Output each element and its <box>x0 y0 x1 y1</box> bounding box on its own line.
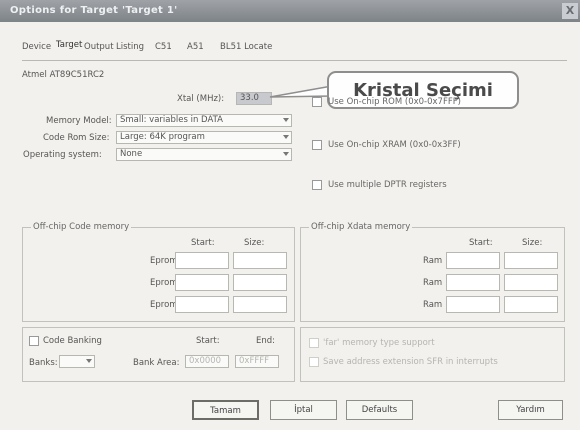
onchip-xram-label: Use On-chip XRAM (0x0-0x3FF) <box>328 140 461 150</box>
code-memory-group: Off-chip Code memory Start: Size: Eprom … <box>22 222 295 322</box>
eprom-size-3[interactable] <box>233 296 287 313</box>
title-bar: Options for Target 'Target 1' X <box>0 0 580 22</box>
chevron-down-icon <box>86 359 92 363</box>
tab-a51[interactable]: A51 <box>187 42 204 52</box>
code-banking-checkbox[interactable] <box>29 336 39 346</box>
xdata-memory-title: Off-chip Xdata memory <box>309 222 413 232</box>
help-button[interactable]: Yardım <box>498 400 563 420</box>
save-sfr-checkbox[interactable] <box>309 357 319 367</box>
ram-label-1: Ram <box>423 256 443 266</box>
chevron-down-icon <box>283 152 289 156</box>
tab-bl51-locate[interactable]: BL51 Locate <box>220 42 272 52</box>
code-memory-title: Off-chip Code memory <box>31 222 132 232</box>
eprom-start-3[interactable] <box>175 296 229 313</box>
far-memory-group: 'far' memory type support Save address e… <box>300 327 565 382</box>
code-rom-select[interactable]: Large: 64K program <box>116 131 292 144</box>
os-value: None <box>120 149 143 159</box>
ram-label-3: Ram <box>423 300 443 310</box>
device-name: Atmel AT89C51RC2 <box>22 70 105 80</box>
tab-device[interactable]: Device <box>22 42 51 52</box>
bank-start-input[interactable]: 0x0000 <box>185 355 229 368</box>
bank-end-input[interactable]: 0xFFFF <box>235 355 279 368</box>
ram-start-3[interactable] <box>446 296 500 313</box>
eprom-size-2[interactable] <box>233 274 287 291</box>
ram-size-2[interactable] <box>504 274 558 291</box>
code-start-header: Start: <box>191 238 215 248</box>
os-select[interactable]: None <box>116 148 292 161</box>
banks-select[interactable] <box>59 355 95 368</box>
ram-label-2: Ram <box>423 278 443 288</box>
eprom-label-3: Eprom <box>150 300 178 310</box>
eprom-start-2[interactable] <box>175 274 229 291</box>
onchip-rom-checkbox[interactable] <box>312 97 322 107</box>
xtal-label: Xtal (MHz): <box>177 94 225 104</box>
memory-model-label: Memory Model: <box>46 116 112 126</box>
eprom-label-2: Eprom <box>150 278 178 288</box>
eprom-start-1[interactable] <box>175 252 229 269</box>
tab-divider <box>22 60 567 61</box>
window-title: Options for Target 'Target 1' <box>10 5 178 16</box>
onchip-rom-label: Use On-chip ROM (0x0-0x7FFF) <box>328 97 461 107</box>
xdata-memory-group: Off-chip Xdata memory Start: Size: Ram R… <box>300 222 565 322</box>
onchip-xram-checkbox[interactable] <box>312 140 322 150</box>
ram-size-1[interactable] <box>504 252 558 269</box>
xdata-start-header: Start: <box>469 238 493 248</box>
tab-c51[interactable]: C51 <box>155 42 172 52</box>
ok-button[interactable]: Tamam <box>192 400 259 420</box>
defaults-button[interactable]: Defaults <box>346 400 413 420</box>
save-sfr-label: Save address extension SFR in interrupts <box>323 357 498 367</box>
tab-target[interactable]: Target <box>56 40 82 50</box>
xdata-size-header: Size: <box>522 238 543 248</box>
dialog-body: Device Target Output Listing C51 A51 BL5… <box>0 22 580 430</box>
ram-start-2[interactable] <box>446 274 500 291</box>
eprom-label-1: Eprom <box>150 256 178 266</box>
multi-dptr-checkbox[interactable] <box>312 180 322 190</box>
multi-dptr-label: Use multiple DPTR registers <box>328 180 447 190</box>
chevron-down-icon <box>283 135 289 139</box>
memory-model-select[interactable]: Small: variables in DATA <box>116 114 292 127</box>
code-rom-value: Large: 64K program <box>120 132 205 142</box>
far-memory-label: 'far' memory type support <box>323 338 435 348</box>
bank-start-header: Start: <box>196 336 220 346</box>
bank-area-label: Bank Area: <box>133 358 180 368</box>
os-label: Operating system: <box>23 150 102 160</box>
tab-listing[interactable]: Listing <box>116 42 144 52</box>
code-banking-group: Code Banking Start: End: Banks: Bank Are… <box>22 327 295 382</box>
far-memory-checkbox[interactable] <box>309 338 319 348</box>
eprom-size-1[interactable] <box>233 252 287 269</box>
chevron-down-icon <box>283 118 289 122</box>
ram-size-3[interactable] <box>504 296 558 313</box>
cancel-button[interactable]: İptal <box>270 400 337 420</box>
close-icon[interactable]: X <box>562 3 578 19</box>
banks-label: Banks: <box>29 358 58 368</box>
tab-output[interactable]: Output <box>84 42 114 52</box>
bank-end-header: End: <box>256 336 276 346</box>
ram-start-1[interactable] <box>446 252 500 269</box>
code-size-header: Size: <box>244 238 265 248</box>
code-banking-label: Code Banking <box>43 336 102 346</box>
code-rom-label: Code Rom Size: <box>43 133 110 143</box>
memory-model-value: Small: variables in DATA <box>120 115 223 125</box>
